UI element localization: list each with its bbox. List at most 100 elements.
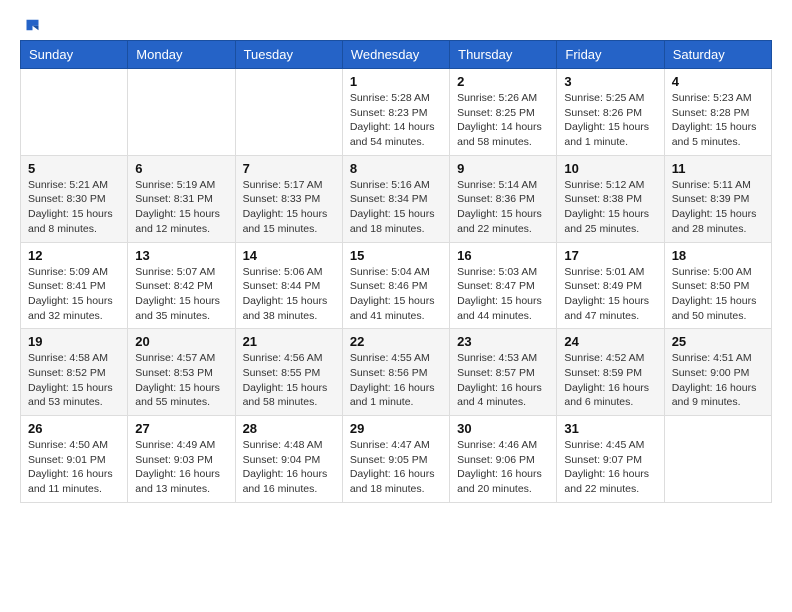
day-number: 26: [28, 421, 120, 436]
calendar-cell: 9 Sunrise: 5:14 AMSunset: 8:36 PMDaylight…: [450, 155, 557, 242]
calendar-cell: 31 Sunrise: 4:45 AMSunset: 9:07 PMDayligh…: [557, 416, 664, 503]
day-number: 15: [350, 248, 442, 263]
calendar-cell: 18 Sunrise: 5:00 AMSunset: 8:50 PMDayligh…: [664, 242, 771, 329]
day-info: Sunrise: 4:57 AMSunset: 8:53 PMDaylight:…: [135, 351, 227, 410]
calendar-cell: 6Sunrise: 5:19 AMSunset: 8:31 PMDaylight…: [128, 155, 235, 242]
day-info: Sunrise: 5:23 AMSunset: 8:28 PMDaylight:…: [672, 91, 764, 150]
calendar-cell: 5Sunrise: 5:21 AMSunset: 8:30 PMDaylight…: [21, 155, 128, 242]
calendar-cell: [21, 69, 128, 156]
day-info: Sunrise: 4:50 AMSunset: 9:01 PMDaylight:…: [28, 438, 120, 497]
header: [20, 16, 772, 30]
day-info: Sunrise: 5:17 AMSunset: 8:33 PMDaylight:…: [243, 178, 335, 237]
calendar-cell: 15 Sunrise: 5:04 AMSunset: 8:46 PMDayligh…: [342, 242, 449, 329]
calendar-cell: 17 Sunrise: 5:01 AMSunset: 8:49 PMDayligh…: [557, 242, 664, 329]
logo-icon: [22, 16, 40, 34]
day-number: 12: [28, 248, 120, 263]
calendar-cell: 29 Sunrise: 4:47 AMSunset: 9:05 PMDayligh…: [342, 416, 449, 503]
calendar-cell: 3 Sunrise: 5:25 AMSunset: 8:26 PMDaylight…: [557, 69, 664, 156]
day-number: 18: [672, 248, 764, 263]
day-info: Sunrise: 4:58 AMSunset: 8:52 PMDaylight:…: [28, 351, 120, 410]
calendar-cell: 27 Sunrise: 4:49 AMSunset: 9:03 PMDayligh…: [128, 416, 235, 503]
day-number: 27: [135, 421, 227, 436]
weekday-header-thursday: Thursday: [450, 41, 557, 69]
calendar-cell: 20 Sunrise: 4:57 AMSunset: 8:53 PMDayligh…: [128, 329, 235, 416]
calendar-cell: 2 Sunrise: 5:26 AMSunset: 8:25 PMDaylight…: [450, 69, 557, 156]
day-number: 28: [243, 421, 335, 436]
calendar-cell: 8Sunrise: 5:16 AMSunset: 8:34 PMDaylight…: [342, 155, 449, 242]
day-number: 29: [350, 421, 442, 436]
calendar-cell: 10Sunrise: 5:12 AMSunset: 8:38 PMDayligh…: [557, 155, 664, 242]
logo: [20, 16, 40, 30]
day-info: Sunrise: 5:00 AMSunset: 8:50 PMDaylight:…: [672, 265, 764, 324]
day-info: Sunrise: 5:14 AMSunset: 8:36 PMDaylight:…: [457, 178, 549, 237]
day-info: Sunrise: 5:01 AMSunset: 8:49 PMDaylight:…: [564, 265, 656, 324]
day-number: 22: [350, 334, 442, 349]
calendar-week-row: 26 Sunrise: 4:50 AMSunset: 9:01 PMDayligh…: [21, 416, 772, 503]
calendar-week-row: 12 Sunrise: 5:09 AMSunset: 8:41 PMDayligh…: [21, 242, 772, 329]
calendar-cell: [664, 416, 771, 503]
day-info: Sunrise: 5:09 AMSunset: 8:41 PMDaylight:…: [28, 265, 120, 324]
calendar-cell: 23Sunrise: 4:53 AMSunset: 8:57 PMDayligh…: [450, 329, 557, 416]
calendar-cell: 19Sunrise: 4:58 AMSunset: 8:52 PMDayligh…: [21, 329, 128, 416]
calendar-cell: 13Sunrise: 5:07 AMSunset: 8:42 PMDayligh…: [128, 242, 235, 329]
day-info: Sunrise: 4:45 AMSunset: 9:07 PMDaylight:…: [564, 438, 656, 497]
day-info: Sunrise: 5:04 AMSunset: 8:46 PMDaylight:…: [350, 265, 442, 324]
day-info: Sunrise: 5:26 AMSunset: 8:25 PMDaylight:…: [457, 91, 549, 150]
logo-text: [20, 16, 40, 34]
day-number: 7: [243, 161, 335, 176]
day-info: Sunrise: 5:03 AMSunset: 8:47 PMDaylight:…: [457, 265, 549, 324]
page: SundayMondayTuesdayWednesdayThursdayFrid…: [0, 0, 792, 513]
day-info: Sunrise: 4:56 AMSunset: 8:55 PMDaylight:…: [243, 351, 335, 410]
calendar-cell: [235, 69, 342, 156]
weekday-header-saturday: Saturday: [664, 41, 771, 69]
day-number: 11: [672, 161, 764, 176]
day-number: 24: [564, 334, 656, 349]
day-number: 2: [457, 74, 549, 89]
day-info: Sunrise: 4:49 AMSunset: 9:03 PMDaylight:…: [135, 438, 227, 497]
day-number: 3: [564, 74, 656, 89]
calendar-cell: 7 Sunrise: 5:17 AMSunset: 8:33 PMDaylight…: [235, 155, 342, 242]
day-number: 23: [457, 334, 549, 349]
day-info: Sunrise: 4:47 AMSunset: 9:05 PMDaylight:…: [350, 438, 442, 497]
day-info: Sunrise: 5:16 AMSunset: 8:34 PMDaylight:…: [350, 178, 442, 237]
day-info: Sunrise: 4:51 AMSunset: 9:00 PMDaylight:…: [672, 351, 764, 410]
day-number: 16: [457, 248, 549, 263]
day-info: Sunrise: 5:19 AMSunset: 8:31 PMDaylight:…: [135, 178, 227, 237]
day-info: Sunrise: 4:48 AMSunset: 9:04 PMDaylight:…: [243, 438, 335, 497]
calendar-body: 1 Sunrise: 5:28 AMSunset: 8:23 PMDaylight…: [21, 69, 772, 503]
day-number: 1: [350, 74, 442, 89]
day-number: 21: [243, 334, 335, 349]
weekday-header-friday: Friday: [557, 41, 664, 69]
day-number: 14: [243, 248, 335, 263]
calendar-cell: 26 Sunrise: 4:50 AMSunset: 9:01 PMDayligh…: [21, 416, 128, 503]
day-info: Sunrise: 5:21 AMSunset: 8:30 PMDaylight:…: [28, 178, 120, 237]
day-number: 9: [457, 161, 549, 176]
day-number: 10: [564, 161, 656, 176]
calendar-cell: 4Sunrise: 5:23 AMSunset: 8:28 PMDaylight…: [664, 69, 771, 156]
calendar-week-row: 19Sunrise: 4:58 AMSunset: 8:52 PMDayligh…: [21, 329, 772, 416]
day-info: Sunrise: 5:28 AMSunset: 8:23 PMDaylight:…: [350, 91, 442, 150]
calendar-cell: 22Sunrise: 4:55 AMSunset: 8:56 PMDayligh…: [342, 329, 449, 416]
weekday-header-row: SundayMondayTuesdayWednesdayThursdayFrid…: [21, 41, 772, 69]
calendar-cell: 30 Sunrise: 4:46 AMSunset: 9:06 PMDayligh…: [450, 416, 557, 503]
calendar-week-row: 1 Sunrise: 5:28 AMSunset: 8:23 PMDaylight…: [21, 69, 772, 156]
day-number: 17: [564, 248, 656, 263]
day-number: 31: [564, 421, 656, 436]
day-info: Sunrise: 4:46 AMSunset: 9:06 PMDaylight:…: [457, 438, 549, 497]
calendar-cell: 11 Sunrise: 5:11 AMSunset: 8:39 PMDayligh…: [664, 155, 771, 242]
calendar-header: SundayMondayTuesdayWednesdayThursdayFrid…: [21, 41, 772, 69]
calendar-week-row: 5Sunrise: 5:21 AMSunset: 8:30 PMDaylight…: [21, 155, 772, 242]
weekday-header-wednesday: Wednesday: [342, 41, 449, 69]
day-info: Sunrise: 5:25 AMSunset: 8:26 PMDaylight:…: [564, 91, 656, 150]
day-info: Sunrise: 5:06 AMSunset: 8:44 PMDaylight:…: [243, 265, 335, 324]
calendar-table: SundayMondayTuesdayWednesdayThursdayFrid…: [20, 40, 772, 503]
calendar-cell: 21 Sunrise: 4:56 AMSunset: 8:55 PMDayligh…: [235, 329, 342, 416]
day-number: 20: [135, 334, 227, 349]
day-number: 30: [457, 421, 549, 436]
calendar-cell: 16 Sunrise: 5:03 AMSunset: 8:47 PMDayligh…: [450, 242, 557, 329]
calendar-cell: 12 Sunrise: 5:09 AMSunset: 8:41 PMDayligh…: [21, 242, 128, 329]
calendar-cell: [128, 69, 235, 156]
day-info: Sunrise: 5:11 AMSunset: 8:39 PMDaylight:…: [672, 178, 764, 237]
calendar-cell: 14 Sunrise: 5:06 AMSunset: 8:44 PMDayligh…: [235, 242, 342, 329]
calendar-cell: 25Sunrise: 4:51 AMSunset: 9:00 PMDayligh…: [664, 329, 771, 416]
